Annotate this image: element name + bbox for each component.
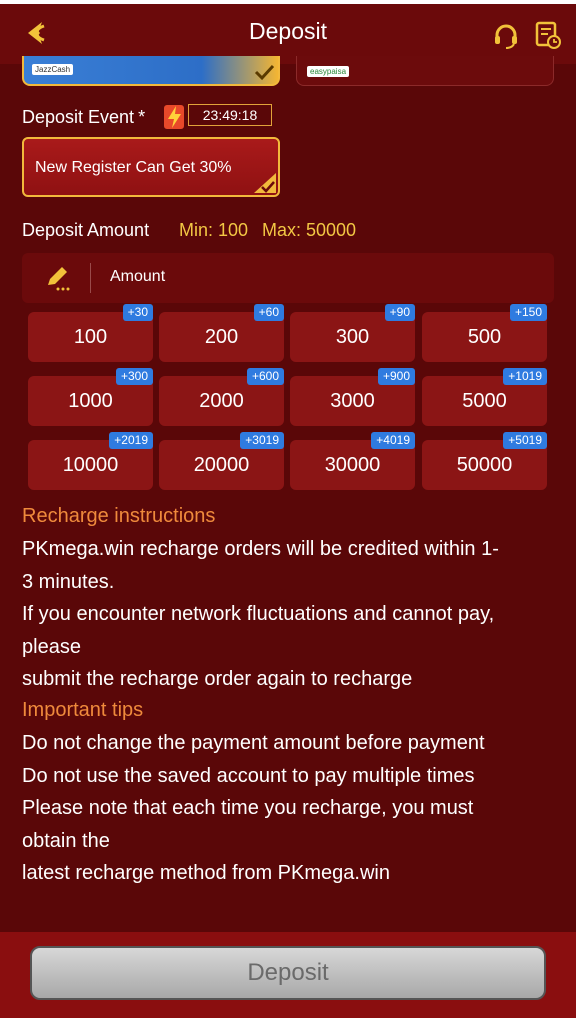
event-countdown: 23:49:18 (188, 104, 272, 126)
deposit-event-label: Deposit Event * (22, 107, 146, 127)
amount-option-50000[interactable]: 50000 +5019 (422, 432, 547, 490)
recharge-instructions-heading: Recharge instructions (22, 505, 216, 527)
tip-line: obtain the (22, 829, 110, 852)
recharge-instructions-text: PKmega.win recharge orders will be credi… (22, 533, 552, 696)
amount-value: 20000 (193, 454, 250, 476)
important-tips-text: Do not change the payment amount before … (22, 727, 552, 890)
max-amount: Max: 50000 (262, 220, 357, 240)
amount-option-2000[interactable]: 2000 +600 (159, 368, 284, 426)
bonus-badge: +60 (253, 304, 284, 321)
selected-check-icon (254, 173, 276, 193)
amount-option-300[interactable]: 300 +90 (290, 304, 415, 362)
amount-input[interactable]: Amount (22, 253, 554, 303)
easypaisa-logo: easypaisa (307, 66, 350, 77)
important-tips-heading: Important tips (22, 699, 144, 721)
amount-option-100[interactable]: 100 +30 (28, 304, 153, 362)
bonus-badge: +90 (384, 304, 415, 321)
selected-check-icon (254, 64, 275, 81)
input-divider (90, 263, 91, 293)
amount-value: 500 (467, 326, 502, 348)
instruction-line: PKmega.win recharge orders will be credi… (22, 538, 499, 560)
deposit-amount-label: Deposit Amount (22, 220, 150, 240)
amount-option-1000[interactable]: 1000 +300 (28, 368, 153, 426)
bonus-badge: +3019 (240, 432, 284, 449)
lightning-icon (164, 103, 186, 131)
jazzcash-logo: JazzCash (32, 64, 74, 75)
amount-placeholder: Amount (110, 268, 166, 285)
pencil-icon (44, 265, 72, 291)
bonus-badge: +30 (122, 304, 153, 321)
amount-options-grid: 100 +30 200 +60 300 +90 500 +150 1000 +300 2000 +60… (28, 304, 548, 492)
tip-line: latest recharge method from PKmega.win (22, 862, 390, 884)
page-title: Deposit (249, 18, 327, 44)
amount-option-200[interactable]: 200 +60 (159, 304, 284, 362)
amount-value: 10000 (62, 454, 119, 476)
bonus-badge: +2019 (109, 432, 153, 449)
amount-value: 1000 (68, 390, 113, 412)
instruction-line: If you encounter network fluctuations an… (22, 603, 495, 625)
deposit-button[interactable]: Deposit (30, 946, 546, 1000)
customer-service-icon[interactable] (492, 22, 520, 50)
event-offer-text: New Register Can Get 30% (35, 159, 232, 176)
instruction-line: please (22, 635, 81, 658)
amount-option-20000[interactable]: 20000 +3019 (159, 432, 284, 490)
amount-value: 300 (335, 326, 370, 348)
amount-value: 3000 (330, 390, 375, 412)
tip-line: Do not change the payment amount before … (22, 732, 485, 754)
amount-value: 100 (73, 326, 108, 348)
bonus-badge: +900 (377, 368, 415, 385)
min-amount: Min: 100 (179, 220, 249, 240)
amount-option-3000[interactable]: 3000 +900 (290, 368, 415, 426)
amount-option-5000[interactable]: 5000 +1019 (422, 368, 547, 426)
amount-value: 2000 (199, 390, 244, 412)
amount-option-500[interactable]: 500 +150 (422, 304, 547, 362)
event-offer-card[interactable]: New Register Can Get 30% (22, 137, 280, 197)
instruction-line: submit the recharge order again to recha… (22, 668, 413, 690)
payment-method-easypaisa[interactable]: easypaisa (296, 56, 554, 86)
instruction-line: 3 minutes. (22, 570, 115, 593)
bonus-badge: +1019 (503, 368, 547, 385)
amount-option-10000[interactable]: 10000 +2019 (28, 432, 153, 490)
tip-line: Please note that each time you recharge,… (22, 797, 474, 819)
home-indicator-area (0, 1018, 576, 1024)
top-bar: Deposit (0, 0, 576, 64)
required-mark: * (138, 107, 146, 127)
bonus-badge: +300 (115, 368, 153, 385)
bonus-badge: +150 (509, 304, 547, 321)
deposit-record-icon[interactable] (534, 20, 562, 50)
bonus-badge: +4019 (371, 432, 415, 449)
bonus-badge: +5019 (503, 432, 547, 449)
amount-value: 5000 (462, 390, 507, 412)
amount-value: 200 (204, 326, 239, 348)
amount-option-30000[interactable]: 30000 +4019 (290, 432, 415, 490)
bonus-badge: +600 (246, 368, 284, 385)
amount-value: 50000 (456, 454, 513, 476)
amount-value: 30000 (324, 454, 381, 476)
tip-line: Do not use the saved account to pay mult… (22, 764, 475, 787)
payment-method-jazzcash[interactable]: JazzCash (22, 56, 280, 86)
